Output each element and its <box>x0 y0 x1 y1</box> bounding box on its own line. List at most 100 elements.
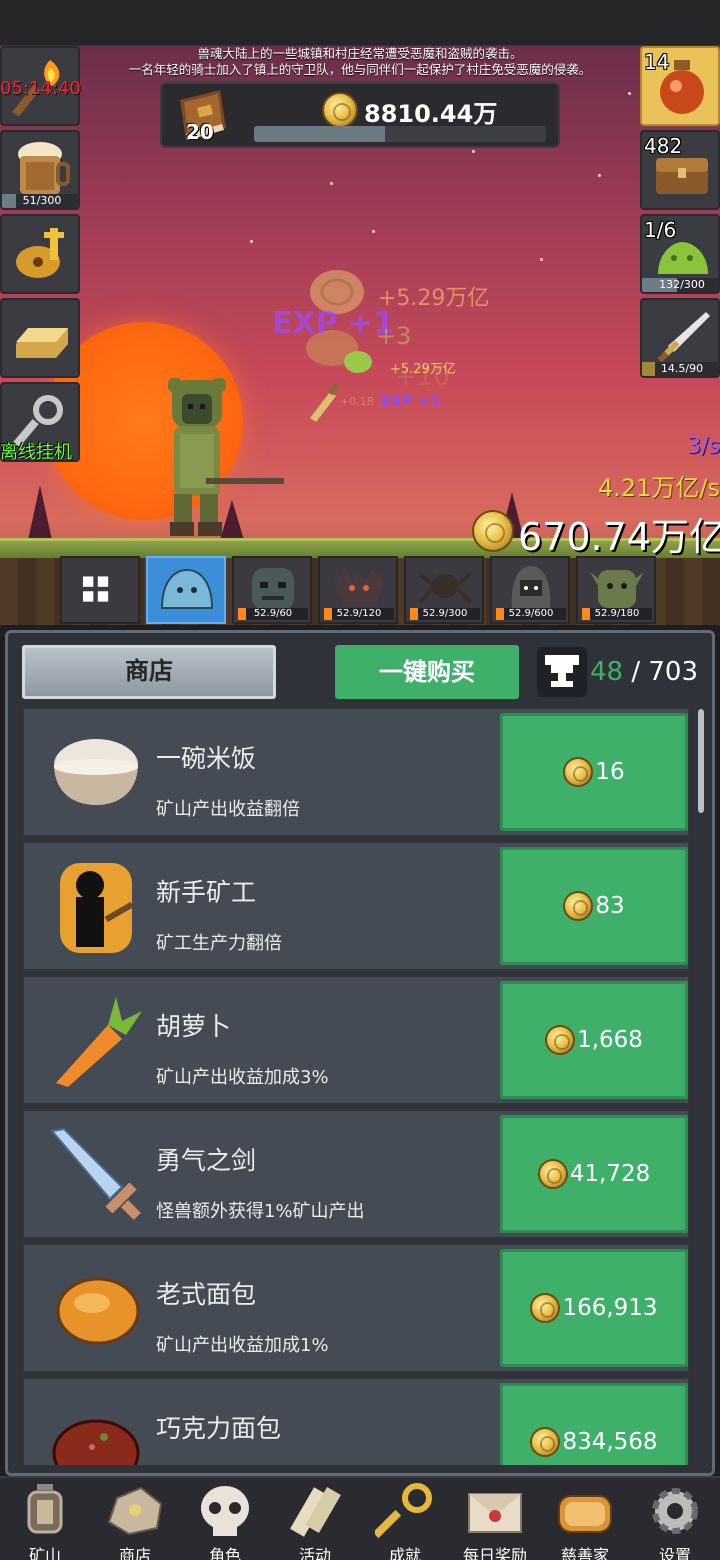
steel-sword-icon <box>50 1127 141 1220</box>
tab-monster-spider[interactable]: 52.9/300 <box>404 556 484 624</box>
shop-item-carrot: 胡萝卜 矿山产出收益加成3% 1,668 <box>22 975 690 1105</box>
bottom-nav: 矿山 商店 角色 活动 成就 每日奖励 慈善家 设置 <box>0 1476 720 1560</box>
offline-idle-label[interactable]: 离线挂机 <box>0 438 72 464</box>
achievement-count: 48 / 703 <box>590 657 699 687</box>
shop-item-miner: 新手矿工 矿工生产力翻倍 83 <box>22 841 690 971</box>
monster-tabs: 52.9/60 52.9/120 52.9/300 52.9/600 52.9/… <box>60 556 660 624</box>
exp-float-text-small: EXP +1 <box>380 392 442 410</box>
tab-monster-wraith[interactable]: 52.9/600 <box>490 556 570 624</box>
gold-rate: 4.21万亿/s <box>597 474 720 502</box>
coin-icon <box>322 92 358 128</box>
book-count: 20 <box>186 120 214 144</box>
buy-button[interactable]: 166,913 <box>500 1249 688 1367</box>
total-gold: 670.74万亿 <box>518 515 720 559</box>
gold-bar-icon <box>16 328 68 358</box>
envelope-icon <box>468 1493 522 1533</box>
chest-slot[interactable]: 482 <box>640 130 720 210</box>
bat-demon-icon <box>334 568 384 606</box>
slime-slot[interactable]: 1/6 132/300 <box>640 214 720 294</box>
nav-daily-reward[interactable]: 每日奖励 <box>450 1478 540 1560</box>
exp-rate: 3/s <box>687 434 720 459</box>
nav-events[interactable]: 活动 <box>270 1478 360 1560</box>
coin-icon <box>537 1159 568 1189</box>
sword-slot[interactable]: 14.5/90 <box>640 298 720 378</box>
nav-mine[interactable]: 矿山 <box>0 1478 90 1560</box>
coin-icon <box>563 891 594 921</box>
nav-settings[interactable]: 设置 <box>630 1478 720 1560</box>
buy-button[interactable]: 1,668 <box>500 981 688 1099</box>
shop-item-chocolate-bread: 巧克力面包 834,568 <box>22 1377 690 1465</box>
gold-summary-box: 20 8810.44万 <box>160 82 560 148</box>
coin-icon <box>530 1427 561 1457</box>
rice-bowl-icon <box>54 739 138 805</box>
potion-slot[interactable]: 14 <box>640 46 720 126</box>
scroll-icon <box>290 1486 341 1537</box>
float-text-tiny: +0.18 <box>340 395 374 408</box>
gold-float-text: +5.29万亿 <box>378 286 490 311</box>
bread-loaf-icon <box>56 1277 140 1345</box>
ale-mug-icon <box>18 142 70 194</box>
top-progress-fill <box>254 126 386 142</box>
key-icon <box>375 1483 432 1539</box>
buy-button[interactable]: 834,568 <box>500 1383 688 1465</box>
gold-bar-slot[interactable] <box>0 298 80 378</box>
key-pouch-slot[interactable] <box>0 214 80 294</box>
shop-item-old-bread: 老式面包 矿山产出收益加成1% 166,913 <box>22 1243 690 1373</box>
nav-philanthropist[interactable]: 慈善家 <box>540 1478 630 1560</box>
spider-icon <box>418 572 472 604</box>
drink-progress: 51/300 <box>2 194 78 208</box>
tab-grid-menu[interactable] <box>60 556 140 624</box>
gold-float-text-small: +5.29万亿 <box>390 362 456 377</box>
wraith-icon <box>511 566 551 608</box>
knight-hero <box>168 378 284 536</box>
sword-progress: 14.5/90 <box>642 362 718 376</box>
monster-progress: 52.9/180 <box>582 608 652 620</box>
coin-icon <box>530 1293 561 1323</box>
ghoul-icon <box>252 568 294 610</box>
monster-progress: 52.9/600 <box>496 608 566 620</box>
top-gold-amount: 8810.44万 <box>364 100 498 128</box>
coin-icon <box>545 1025 576 1055</box>
slime-progress: 132/300 <box>642 278 718 292</box>
shop-item-list[interactable]: 一碗米饭 矿山产出收益翻倍 16 新手矿工 矿工生产力翻倍 83 胡萝卜 矿山产… <box>22 707 692 1465</box>
skull-icon <box>201 1486 249 1536</box>
monster-progress: 52.9/60 <box>238 608 308 620</box>
float-text-plus3: +3 <box>376 322 412 350</box>
coin-icon <box>563 757 594 787</box>
tab-monster-slime[interactable] <box>146 556 226 624</box>
sword-icon <box>657 312 710 363</box>
top-progress-bar <box>254 126 546 142</box>
drink-slot[interactable]: 51/300 <box>0 130 80 210</box>
monster-progress: 52.9/120 <box>324 608 394 620</box>
carrot-icon <box>56 997 142 1087</box>
tab-shop[interactable]: 商店 <box>22 645 276 699</box>
tab-monster-ghoul[interactable]: 52.9/60 <box>232 556 312 624</box>
nav-character[interactable]: 角色 <box>180 1478 270 1560</box>
game-scene: 兽魂大陆上的一些城镇和村庄经常遭受恶魔和盗贼的袭击。 一名年轻的骑士加入了镇上的… <box>0 0 720 625</box>
shop-item-rice: 一碗米饭 矿山产出收益翻倍 16 <box>22 707 690 837</box>
buy-button[interactable]: 83 <box>500 847 688 965</box>
buy-all-button[interactable]: 一键购买 <box>335 645 519 699</box>
orc-icon <box>590 570 644 608</box>
ore-icon <box>107 1486 163 1536</box>
miner-silhouette-icon <box>60 863 134 953</box>
monster-progress: 52.9/300 <box>410 608 480 620</box>
tab-monster-bat[interactable]: 52.9/120 <box>318 556 398 624</box>
coin-icon <box>472 510 514 552</box>
nav-shop[interactable]: 商店 <box>90 1478 180 1560</box>
lantern-icon <box>27 1484 63 1534</box>
shop-panel: 商店 一键购买 48 / 703 一碗米饭 矿山产出收益翻倍 16 新手矿工 矿… <box>5 630 715 1476</box>
story-text: 兽魂大陆上的一些城镇和村庄经常遭受恶魔和盗贼的袭击。 一名年轻的骑士加入了镇上的… <box>128 46 592 77</box>
buy-button[interactable]: 16 <box>500 713 688 831</box>
chocolate-bread-icon <box>52 1419 140 1465</box>
nav-achievements[interactable]: 成就 <box>360 1478 450 1560</box>
list-scrollbar[interactable] <box>698 709 704 813</box>
buy-button[interactable]: 41,728 <box>500 1115 688 1233</box>
blue-slime-icon <box>160 568 214 609</box>
grid-icon <box>82 576 109 602</box>
bread-icon <box>558 1495 612 1533</box>
tab-monster-orc[interactable]: 52.9/180 <box>576 556 656 624</box>
gear-icon <box>652 1488 698 1534</box>
trophy-icon[interactable] <box>537 647 587 697</box>
shop-item-courage-sword: 勇气之剑 怪兽额外获得1%矿山产出 41,728 <box>22 1109 690 1239</box>
